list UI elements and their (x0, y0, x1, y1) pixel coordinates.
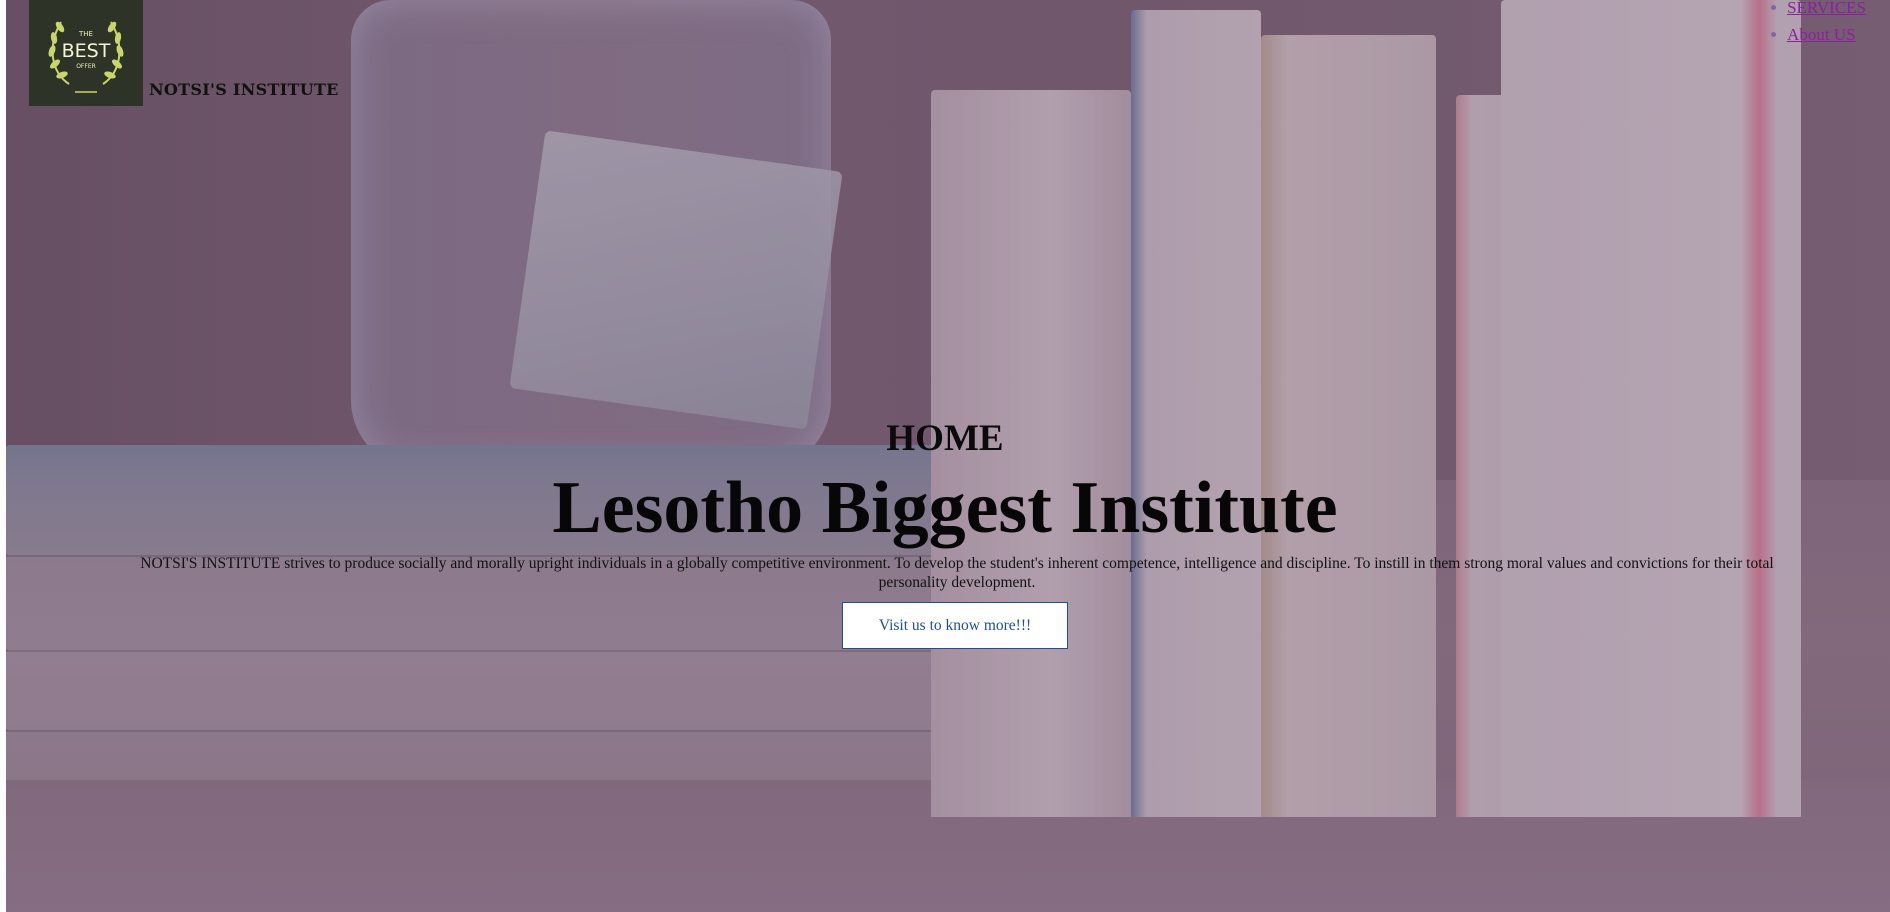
visit-us-button[interactable]: Visit us to know more!!! (842, 602, 1068, 649)
main-nav: SERVICES About US (1767, 0, 1866, 48)
logo-text-main: BEST (62, 40, 111, 62)
section-heading: HOME (886, 418, 1004, 459)
nav-link-services[interactable]: SERVICES (1787, 0, 1866, 17)
logo-text-bottom: OFFER (76, 63, 96, 70)
laurel-wreath-badge-icon: THE BEST OFFER (48, 21, 124, 93)
bullet-dot-icon (1771, 5, 1777, 10)
site-logo[interactable]: THE BEST OFFER (29, 0, 143, 106)
bullet-dot-icon (1771, 32, 1777, 37)
page-title: Lesotho Biggest Institute (552, 467, 1338, 549)
hero-description: NOTSI'S INSTITUTE strives to produce soc… (140, 555, 1774, 591)
nav-item-about: About US (1767, 21, 1866, 48)
nav-item-services: SERVICES (1767, 0, 1866, 21)
logo-text-top: THE (78, 30, 93, 38)
nav-link-about[interactable]: About US (1787, 25, 1855, 44)
brand-name: NOTSI'S INSTITUTE (149, 80, 339, 99)
